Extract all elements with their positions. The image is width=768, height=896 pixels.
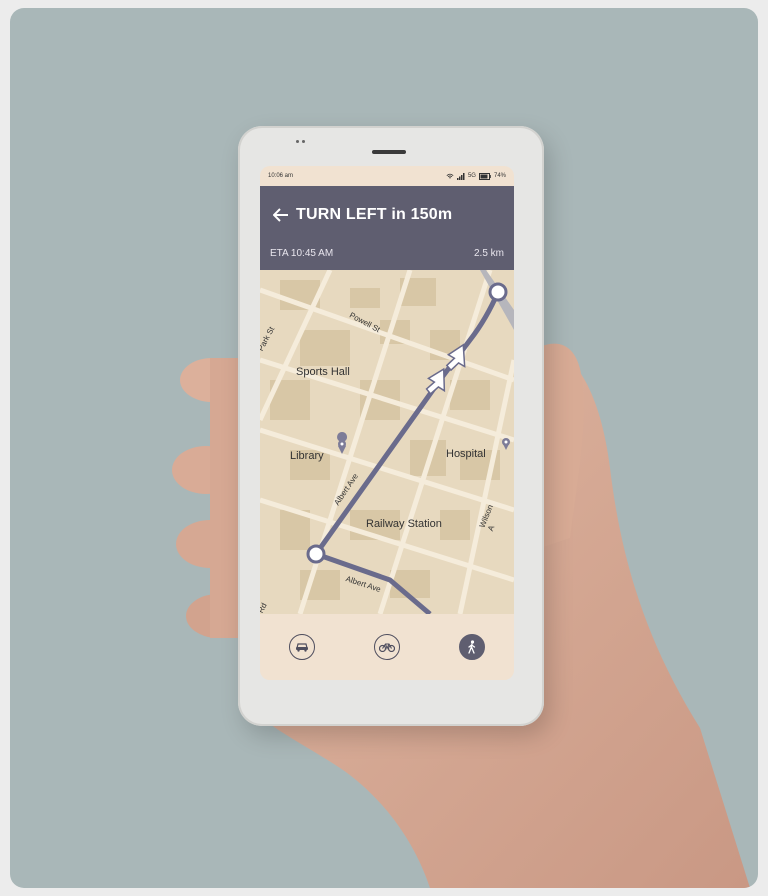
camera-dot <box>302 140 305 143</box>
bicycle-icon <box>378 643 395 652</box>
status-time: 10:06 am <box>268 173 294 179</box>
place-railway-station[interactable]: Railway Station <box>366 518 442 530</box>
network-type: 5G <box>467 173 476 179</box>
camera-dot <box>296 140 299 143</box>
walking-person-icon <box>467 640 475 654</box>
map-canvas <box>260 270 514 614</box>
phone-screen: 10:06 am 5G 74% TURN LEFT in 150m ETA 10… <box>260 166 514 680</box>
phone: 10:06 am 5G 74% TURN LEFT in 150m ETA 10… <box>238 126 544 726</box>
battery-icon <box>478 172 491 180</box>
background: 10:06 am 5G 74% TURN LEFT in 150m ETA 10… <box>10 8 758 888</box>
car-icon <box>296 643 309 652</box>
origin-marker <box>306 544 326 564</box>
signal-icon <box>456 172 465 180</box>
place-sports-hall[interactable]: Sports Hall <box>296 366 350 378</box>
status-bar: 10:06 am 5G 74% <box>260 166 514 186</box>
location-pin-icon <box>502 438 510 450</box>
eta-text: ETA 10:45 AM <box>270 248 334 259</box>
remaining-distance: 2.5 km <box>473 248 504 259</box>
map-view[interactable]: Sports Hall Library Hospital Railway Sta… <box>260 270 514 615</box>
earpiece-speaker <box>372 150 406 154</box>
battery-level: 74% <box>493 173 506 179</box>
status-icons: 5G 74% <box>446 172 506 180</box>
place-library[interactable]: Library <box>290 450 324 462</box>
place-hospital[interactable]: Hospital <box>446 448 486 460</box>
wifi-icon <box>446 173 454 178</box>
mode-walk-button[interactable] <box>458 634 485 660</box>
turn-instruction: TURN LEFT in 150m <box>296 206 453 223</box>
navigation-header: TURN LEFT in 150m ETA 10:45 AM 2.5 km <box>260 186 514 270</box>
mode-bike-button[interactable] <box>373 634 400 660</box>
back-arrow-icon[interactable] <box>270 204 292 226</box>
travel-mode-bar <box>260 614 514 680</box>
location-pin-icon <box>337 432 348 454</box>
mode-car-button[interactable] <box>289 634 316 660</box>
